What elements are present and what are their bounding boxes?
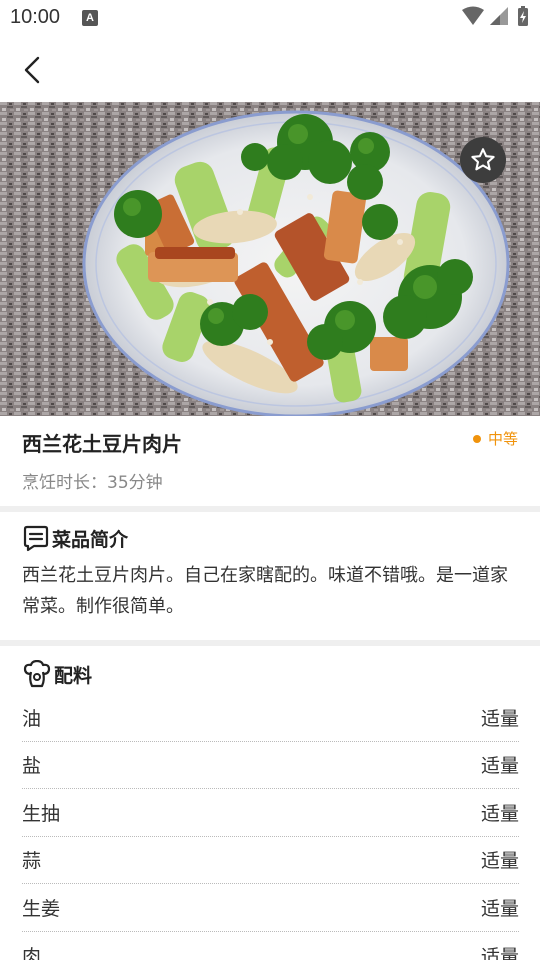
ingredient-amount: 适量 (480, 850, 519, 873)
wifi-icon (462, 6, 484, 25)
ingredient-amount: 适量 (480, 945, 519, 960)
system-icons (462, 6, 528, 26)
difficulty-label: 中等 (487, 430, 518, 448)
ingredients-heading-label: 配料 (54, 664, 93, 687)
ingredient-row: 盐 适量 (22, 742, 519, 789)
cook-time: 烹饪时长：35分钟 (22, 473, 163, 493)
ingredient-name: 肉 (22, 945, 42, 960)
ingredient-row: 蒜 适量 (22, 837, 519, 884)
back-button[interactable] (14, 50, 54, 90)
ingredient-row: 肉 适量 (22, 932, 519, 960)
ingredient-name: 蒜 (22, 850, 42, 873)
ingredient-row: 生姜 适量 (22, 884, 519, 932)
ingredient-amount: 适量 (480, 707, 519, 730)
ingredient-name: 盐 (22, 755, 42, 778)
difficulty-dot (472, 434, 481, 443)
ingredient-name: 油 (22, 707, 42, 730)
recipe-image (0, 102, 540, 416)
status-time: 10:00 (10, 6, 61, 28)
comment-icon (23, 525, 49, 552)
star-icon (471, 148, 495, 171)
favorite-button[interactable] (460, 137, 506, 183)
status-bar: 10:00 A (0, 0, 540, 36)
recipe-header: 西兰花土豆片肉片 中等 烹饪时长：35分钟 (0, 416, 540, 506)
ingredient-amount: 适量 (480, 755, 519, 778)
difficulty-badge: 中等 (472, 428, 518, 449)
ingredients-list: 油 适量 盐 适量 生抽 适量 蒜 适量 生姜 适量 肉 适量 (22, 694, 519, 960)
ingredient-row: 油 适量 (22, 694, 519, 742)
section-divider (0, 506, 540, 512)
intro-heading: 菜品简介 (22, 524, 128, 552)
back-arrow-icon (24, 56, 40, 84)
intro-heading-label: 菜品简介 (52, 528, 129, 551)
ingredients-icon (23, 660, 51, 688)
section-divider (0, 640, 540, 646)
ingredient-amount: 适量 (480, 802, 519, 825)
notification-icon: A (82, 10, 98, 26)
recipe-title: 西兰花土豆片肉片 (22, 432, 182, 456)
intro-text: 西兰花土豆片肉片。自己在家瞎配的。味道不错哦。是一道家常菜。制作很简单。 (22, 565, 508, 617)
ingredient-name: 生抽 (22, 802, 61, 825)
ingredient-row: 生抽 适量 (22, 789, 519, 837)
ingredients-heading: 配料 (22, 660, 92, 688)
battery-icon (518, 6, 528, 26)
ingredient-name: 生姜 (22, 897, 61, 920)
ingredient-amount: 适量 (480, 897, 519, 920)
